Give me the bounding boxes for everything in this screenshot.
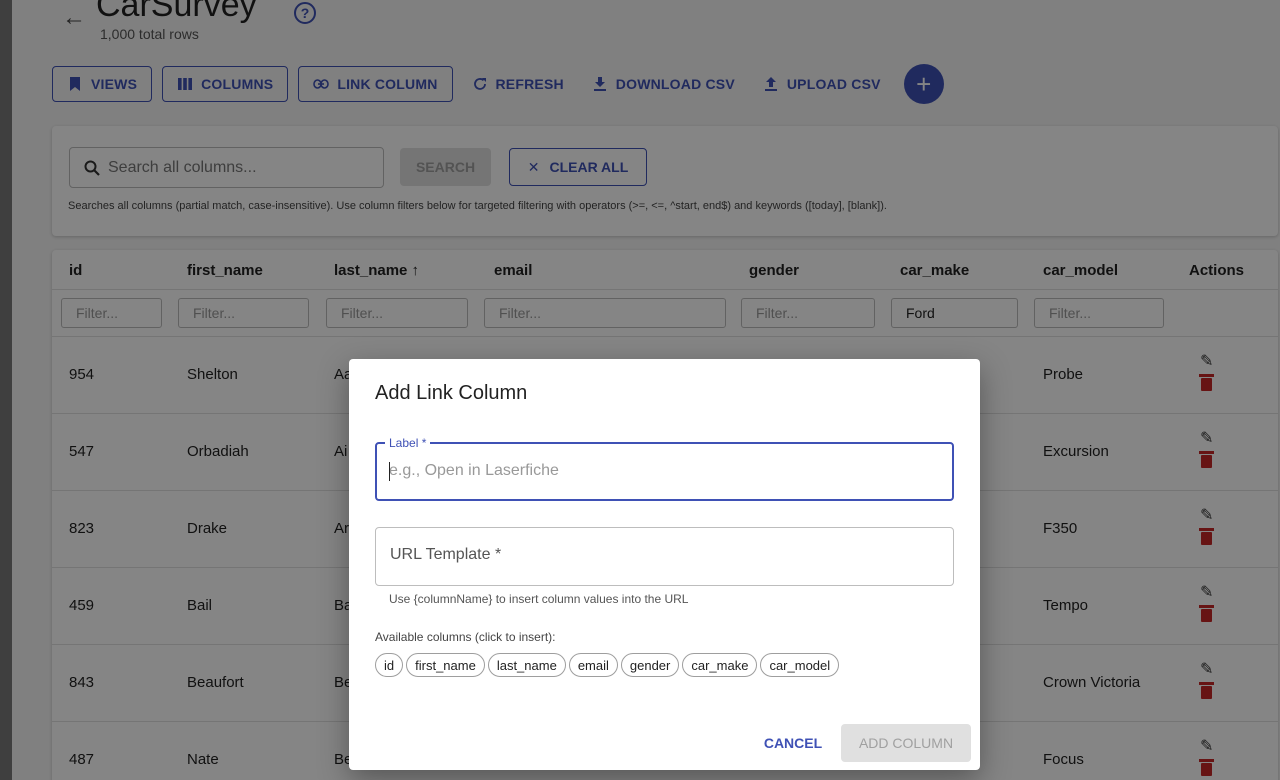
label-field-label: Label * — [385, 436, 431, 450]
add-link-column-dialog: Add Link Column Label * e.g., Open in La… — [349, 359, 980, 770]
available-columns-label: Available columns (click to insert): — [375, 630, 556, 644]
chip-id[interactable]: id — [375, 653, 404, 677]
text-caret — [389, 462, 390, 481]
url-template-placeholder: URL Template * — [390, 546, 502, 563]
chip-first-name[interactable]: first_name — [406, 653, 485, 677]
cancel-button[interactable]: CANCEL — [751, 725, 835, 761]
label-field[interactable]: Label * e.g., Open in Laserfiche — [375, 436, 954, 501]
chip-car-model[interactable]: car_model — [760, 653, 840, 677]
chip-email[interactable]: email — [568, 653, 618, 677]
url-template-helper: Use {columnName} to insert column values… — [389, 592, 689, 606]
chip-last-name[interactable]: last_name — [487, 653, 566, 677]
add-column-button[interactable]: ADD COLUMN — [841, 724, 971, 762]
label-field-placeholder: e.g., Open in Laserfiche — [389, 462, 559, 479]
chip-gender[interactable]: gender — [620, 653, 680, 677]
url-template-field[interactable]: URL Template * — [375, 527, 954, 586]
column-chips: id first_name last_name email gender car… — [375, 653, 840, 677]
chip-car-make[interactable]: car_make — [682, 653, 758, 677]
dialog-title: Add Link Column — [375, 382, 528, 404]
